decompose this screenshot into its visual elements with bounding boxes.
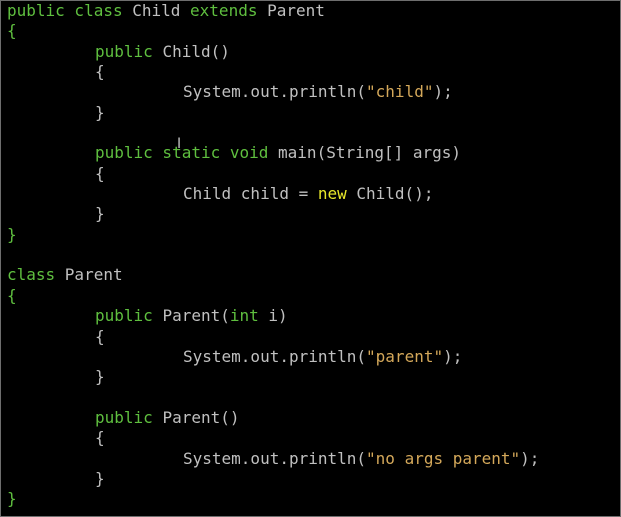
code-lines[interactable]: public class Child extends Parent{public…: [7, 1, 539, 510]
code-token: );: [443, 346, 463, 366]
code-line[interactable]: System.out.println("parent");: [7, 347, 539, 367]
code-token: public: [95, 306, 163, 326]
code-token: "parent": [366, 346, 444, 366]
code-line[interactable]: [7, 388, 539, 408]
code-line[interactable]: [7, 123, 539, 143]
code-token: new: [317, 184, 357, 204]
code-line[interactable]: {: [7, 286, 539, 306]
code-token: {: [95, 326, 105, 346]
code-token: "child": [366, 82, 434, 102]
code-line[interactable]: [7, 245, 539, 265]
code-line[interactable]: {: [7, 428, 539, 448]
code-token: System.out.println(: [183, 82, 367, 102]
code-line[interactable]: }: [7, 103, 539, 123]
code-token: {: [95, 163, 105, 183]
code-line[interactable]: {: [7, 21, 539, 41]
code-token: }: [7, 224, 17, 244]
code-token: }: [95, 204, 105, 224]
code-line[interactable]: public Child(): [7, 42, 539, 62]
code-token: i): [268, 306, 288, 326]
code-token: );: [433, 82, 453, 102]
code-token: }: [7, 489, 17, 509]
code-token: Parent(): [162, 407, 240, 427]
code-line[interactable]: public class Child extends Parent: [7, 1, 539, 21]
code-editor[interactable]: public class Child extends Parent{public…: [0, 0, 621, 517]
code-token: int: [229, 306, 269, 326]
code-token: Child(): [162, 41, 230, 61]
code-line[interactable]: }: [7, 489, 539, 509]
code-token: Child();: [356, 184, 434, 204]
code-token: }: [95, 367, 105, 387]
code-token: "no args parent": [366, 448, 521, 468]
code-token: Child: [132, 1, 191, 20]
code-line[interactable]: {: [7, 327, 539, 347]
code-token: {: [95, 62, 105, 82]
code-line[interactable]: }: [7, 225, 539, 245]
code-token: {: [7, 21, 17, 41]
text-cursor-icon: I: [177, 136, 182, 152]
code-token: System.out.println(: [183, 448, 367, 468]
code-line[interactable]: }: [7, 469, 539, 489]
code-token: {: [95, 428, 105, 448]
code-token: Parent(: [162, 306, 230, 326]
code-line[interactable]: }: [7, 204, 539, 224]
code-token: extends: [190, 1, 268, 20]
code-line[interactable]: public static void main(String[] args): [7, 143, 539, 163]
code-token: public: [95, 407, 163, 427]
code-token: }: [95, 102, 105, 122]
code-token: );: [520, 448, 540, 468]
code-token: public static void: [95, 143, 279, 163]
code-token: }: [95, 468, 105, 488]
code-line[interactable]: class Parent: [7, 265, 539, 285]
code-line[interactable]: {: [7, 164, 539, 184]
code-token: {: [7, 285, 17, 305]
code-line[interactable]: }: [7, 367, 539, 387]
code-line[interactable]: {: [7, 62, 539, 82]
code-line[interactable]: public Parent(): [7, 408, 539, 428]
code-line[interactable]: System.out.println("no args parent");: [7, 449, 539, 469]
code-line[interactable]: System.out.println("child");: [7, 82, 539, 102]
code-line[interactable]: Child child = new Child();: [7, 184, 539, 204]
code-token: Parent: [64, 265, 123, 285]
code-token: Child child =: [183, 184, 318, 204]
code-token: System.out.println(: [183, 346, 367, 366]
code-token: main(String[] args): [278, 143, 462, 163]
code-token: public class: [7, 1, 133, 20]
code-line[interactable]: public Parent(int i): [7, 306, 539, 326]
code-token: Parent: [267, 1, 325, 20]
code-token: public: [95, 41, 163, 61]
code-token: class: [7, 265, 65, 285]
